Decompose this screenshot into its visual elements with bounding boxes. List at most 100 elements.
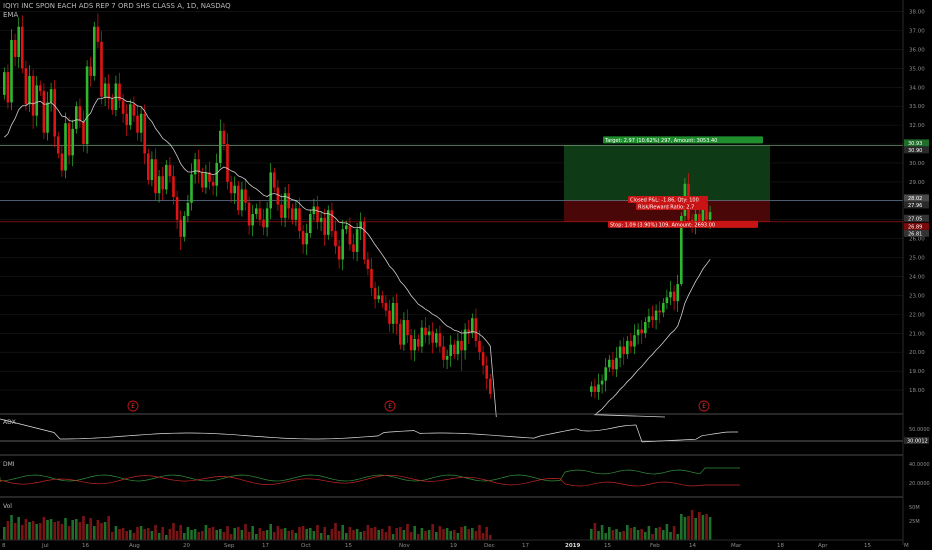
candle-body bbox=[453, 344, 456, 355]
volume-bar bbox=[93, 526, 96, 540]
candle-body bbox=[179, 219, 182, 237]
price-tick-label: 26.00 bbox=[909, 237, 925, 243]
candle-body bbox=[121, 100, 125, 114]
candle-body bbox=[201, 172, 204, 188]
candle-body bbox=[165, 164, 168, 190]
candle-body bbox=[190, 174, 193, 203]
time-tick-label: Feb bbox=[650, 543, 660, 549]
price-tick-label: 20.00 bbox=[909, 350, 925, 356]
candle-body bbox=[662, 303, 665, 313]
volume-bar bbox=[481, 533, 485, 540]
volume-bar bbox=[103, 522, 107, 540]
volume-bar bbox=[701, 515, 705, 540]
volume-bar bbox=[471, 528, 474, 540]
time-tick-label: 17 bbox=[522, 543, 529, 549]
volume-bar bbox=[489, 535, 492, 540]
volume-bar bbox=[370, 528, 373, 540]
time-tick-label: 15 bbox=[864, 543, 871, 549]
candle-body bbox=[255, 208, 258, 215]
volume-bar bbox=[211, 527, 215, 540]
volume-bar bbox=[208, 528, 211, 540]
volume-bar bbox=[672, 526, 676, 540]
candle-body bbox=[373, 287, 377, 300]
ratio-label: Risk/Reward Ratio: 2.7 bbox=[636, 202, 708, 210]
volume-tick-label: 50M bbox=[909, 505, 920, 511]
candle-body bbox=[622, 346, 625, 355]
candle-body bbox=[265, 208, 269, 228]
volume-bar bbox=[676, 534, 679, 540]
candle-body bbox=[197, 159, 200, 173]
time-tick-label: Sep bbox=[224, 543, 235, 549]
volume-bar bbox=[665, 524, 669, 540]
volume-bar bbox=[399, 527, 402, 540]
trading-chart[interactable]: Target: 2.97 (10.62%) 297, Amount: 3053.… bbox=[0, 0, 932, 550]
time-tick-label: Dec bbox=[484, 543, 495, 549]
volume-bar bbox=[708, 517, 712, 540]
earnings-marker-label: E bbox=[388, 403, 392, 410]
candle-body bbox=[370, 268, 373, 288]
candle-body bbox=[211, 181, 215, 186]
volume-label: Vol bbox=[3, 503, 12, 510]
candle-body bbox=[287, 193, 290, 209]
candle-body bbox=[93, 26, 96, 76]
candle-body bbox=[75, 106, 78, 129]
candle-body bbox=[611, 359, 615, 370]
volume-bar bbox=[67, 526, 71, 540]
candle-down bbox=[100, 31, 103, 105]
earnings-marker: E bbox=[384, 400, 396, 412]
candle-body bbox=[89, 66, 92, 76]
volume-bar bbox=[309, 528, 312, 540]
price-tag: 27.96 bbox=[904, 201, 929, 209]
price-tag-text: 30.93 bbox=[908, 141, 922, 147]
candle-body bbox=[676, 284, 679, 302]
volume-bar bbox=[53, 522, 56, 540]
stop-label: Stop: 1.09 (3.90%) 109, Amount: 2693.00 bbox=[608, 220, 758, 228]
volume-bar bbox=[442, 529, 445, 540]
volume-bar bbox=[611, 530, 615, 540]
volume-bar bbox=[377, 530, 380, 540]
candle-up bbox=[165, 160, 168, 195]
volume-bar bbox=[75, 519, 78, 540]
candle-body bbox=[132, 104, 136, 116]
price-tick-label: 29.00 bbox=[909, 180, 925, 186]
candle-body bbox=[377, 295, 380, 300]
time-tick-label: Oct bbox=[301, 543, 311, 549]
candle-body bbox=[363, 221, 366, 260]
time-tick-label: 14 bbox=[689, 543, 696, 549]
candle-body bbox=[183, 215, 186, 237]
volume-bar bbox=[647, 526, 651, 540]
candle-body bbox=[485, 365, 488, 379]
volume-bar bbox=[449, 531, 452, 540]
price-tag: 28.02 bbox=[904, 194, 929, 202]
volume-bar bbox=[161, 527, 164, 540]
candle-body bbox=[100, 41, 103, 97]
volume-bar bbox=[420, 528, 424, 540]
volume-bar bbox=[334, 523, 337, 540]
dmi-label: DMI bbox=[3, 461, 15, 468]
candle-body bbox=[233, 185, 236, 194]
candle-body bbox=[381, 295, 384, 304]
candle-body bbox=[67, 123, 71, 156]
volume-bar bbox=[276, 526, 280, 540]
candle-body bbox=[460, 340, 463, 351]
volume-bar bbox=[143, 529, 146, 540]
candle-body bbox=[31, 75, 35, 116]
candle-body bbox=[35, 85, 38, 116]
volume-bar bbox=[280, 529, 283, 540]
candle-body bbox=[647, 316, 651, 322]
candle-body bbox=[10, 39, 13, 103]
volume-bar bbox=[31, 521, 35, 540]
price-tick-label: 38.00 bbox=[909, 10, 925, 16]
candle-body bbox=[168, 164, 172, 177]
volume-bar bbox=[698, 512, 701, 540]
volume-bar bbox=[413, 526, 416, 540]
candle-body bbox=[60, 153, 64, 171]
volume-bar bbox=[402, 530, 406, 540]
candle-body bbox=[399, 323, 402, 345]
candle-body bbox=[291, 208, 294, 220]
volume-bar bbox=[445, 528, 449, 540]
candle-body bbox=[669, 291, 672, 298]
volume-bar bbox=[453, 530, 456, 540]
candle-down bbox=[147, 148, 150, 185]
candle-body bbox=[608, 359, 611, 368]
